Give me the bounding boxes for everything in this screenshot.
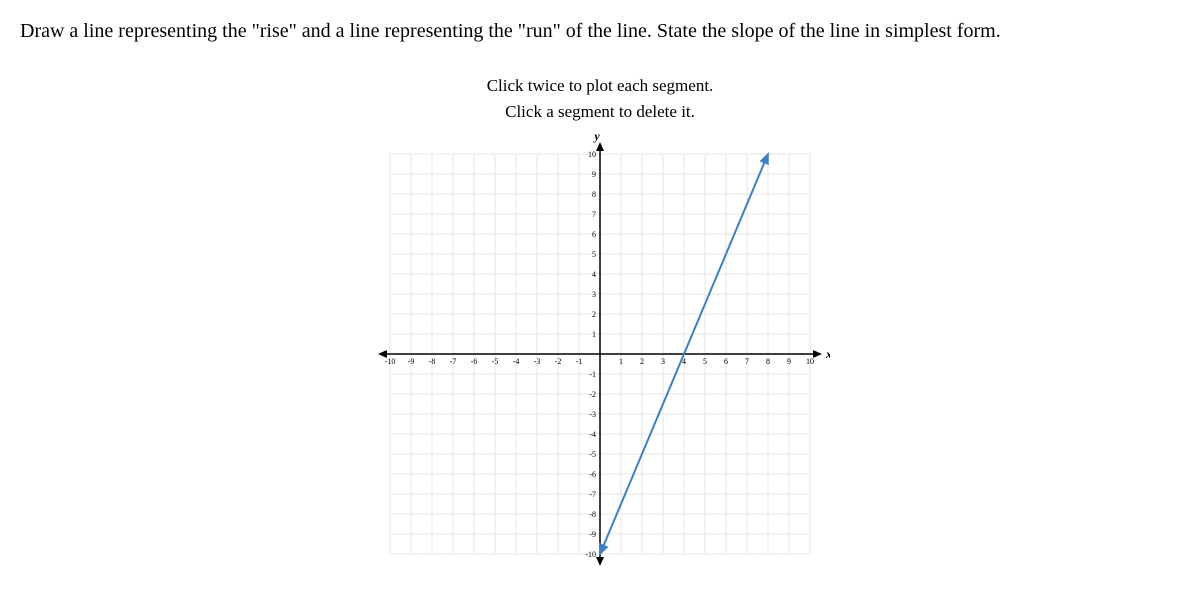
svg-text:-10: -10 xyxy=(385,357,396,366)
svg-text:-3: -3 xyxy=(589,410,596,419)
svg-text:7: 7 xyxy=(592,210,596,219)
svg-text:-5: -5 xyxy=(492,357,499,366)
coordinate-plane[interactable]: -10 -9 -8 -7 -6 -5 -4 -3 -2 -1 1 2 3 4 5 6 7 8 9 10 -10 -9 -8 -… xyxy=(370,134,830,574)
svg-text:8: 8 xyxy=(592,190,596,199)
svg-text:4: 4 xyxy=(592,270,596,279)
svg-text:10: 10 xyxy=(806,357,814,366)
svg-text:3: 3 xyxy=(661,357,665,366)
svg-text:-7: -7 xyxy=(450,357,457,366)
svg-text:-8: -8 xyxy=(429,357,436,366)
svg-text:2: 2 xyxy=(592,310,596,319)
svg-text:-1: -1 xyxy=(589,370,596,379)
svg-text:-3: -3 xyxy=(534,357,541,366)
svg-text:-9: -9 xyxy=(408,357,415,366)
chart-container: -10 -9 -8 -7 -6 -5 -4 -3 -2 -1 1 2 3 4 5 6 7 8 9 10 -10 -9 -8 -… xyxy=(20,134,1180,574)
svg-text:3: 3 xyxy=(592,290,596,299)
instructions: Click twice to plot each segment. Click … xyxy=(20,73,1180,124)
svg-text:-2: -2 xyxy=(589,390,596,399)
svg-text:6: 6 xyxy=(724,357,728,366)
svg-text:-4: -4 xyxy=(589,430,596,439)
question-text: Draw a line representing the "rise" and … xyxy=(20,20,1180,43)
svg-text:1: 1 xyxy=(592,330,596,339)
svg-text:-9: -9 xyxy=(589,530,596,539)
instruction-line-2: Click a segment to delete it. xyxy=(20,99,1180,125)
svg-text:-4: -4 xyxy=(513,357,520,366)
svg-text:-10: -10 xyxy=(585,550,596,559)
svg-text:y: y xyxy=(592,134,600,143)
svg-text:x: x xyxy=(825,347,830,361)
svg-text:-2: -2 xyxy=(555,357,562,366)
svg-text:-6: -6 xyxy=(589,470,596,479)
svg-text:-8: -8 xyxy=(589,510,596,519)
svg-text:6: 6 xyxy=(592,230,596,239)
svg-text:5: 5 xyxy=(703,357,707,366)
svg-text:2: 2 xyxy=(640,357,644,366)
svg-text:9: 9 xyxy=(787,357,791,366)
svg-text:5: 5 xyxy=(592,250,596,259)
svg-text:7: 7 xyxy=(745,357,749,366)
svg-text:1: 1 xyxy=(619,357,623,366)
svg-text:10: 10 xyxy=(588,150,596,159)
instruction-line-1: Click twice to plot each segment. xyxy=(20,73,1180,99)
svg-text:8: 8 xyxy=(766,357,770,366)
svg-text:-1: -1 xyxy=(576,357,583,366)
svg-text:-7: -7 xyxy=(589,490,596,499)
svg-text:-6: -6 xyxy=(471,357,478,366)
svg-text:9: 9 xyxy=(592,170,596,179)
svg-text:-5: -5 xyxy=(589,450,596,459)
